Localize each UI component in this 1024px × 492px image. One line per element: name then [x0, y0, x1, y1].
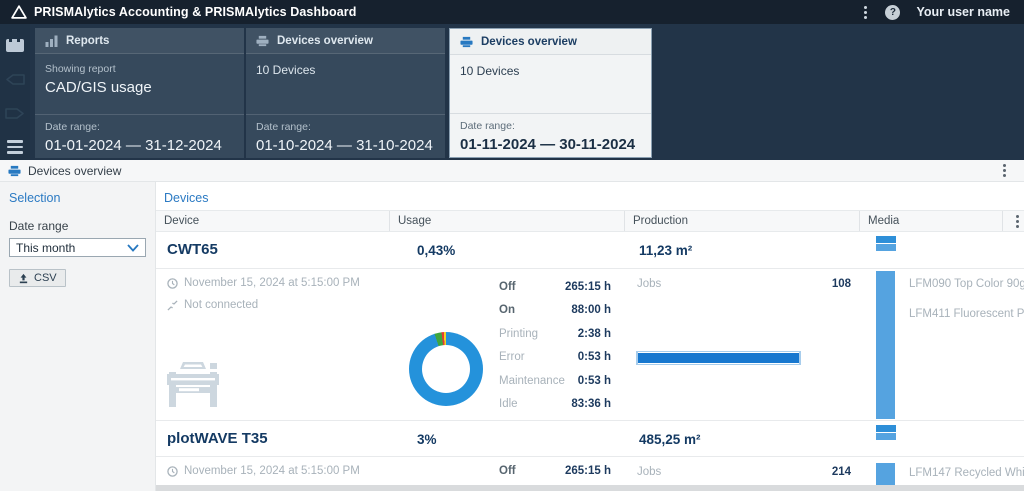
card-devices-overview-oct[interactable]: Devices overview 10 Devices Date range: …: [246, 28, 445, 158]
production-value: 485,25 m²: [639, 432, 701, 447]
status-label: On: [499, 304, 515, 316]
date-range-label: Date range:: [45, 121, 234, 133]
column-production: Production: [624, 211, 859, 231]
top-bar: PRISMAlytics Accounting & PRISMAlytics D…: [0, 0, 1024, 24]
status-label: Off: [499, 465, 516, 477]
jobs-count: 214: [637, 466, 851, 478]
media-name: LFM090 Top Color 90gs: [909, 278, 1024, 290]
jobs-bar-chart: [636, 351, 801, 365]
device-name: CWT65: [167, 241, 218, 258]
column-device: Device: [156, 211, 199, 231]
status-value: 2:38 h: [578, 328, 611, 340]
device-detail-row: November 15, 2024 at 5:15:00 PM Not conn…: [156, 268, 1024, 420]
last-update-timestamp: November 15, 2024 at 5:15:00 PM: [184, 277, 360, 289]
column-usage: Usage: [389, 211, 624, 231]
arrow-right-icon[interactable]: [0, 102, 30, 124]
status-label: Printing: [499, 328, 538, 340]
schedule-icon[interactable]: [0, 34, 30, 56]
status-donut-chart: [409, 332, 483, 406]
csv-label: CSV: [34, 272, 57, 284]
date-range-label: Date range:: [256, 121, 435, 133]
status-label: Maintenance: [499, 375, 565, 387]
status-label: Error: [499, 351, 525, 363]
date-range-value: 01-01-2024 — 31-12-2024: [45, 137, 234, 154]
clock-icon: [167, 278, 178, 289]
usage-value: 0,43%: [417, 243, 455, 258]
topbar-menu-icon[interactable]: [862, 4, 869, 21]
printer-icon: [256, 35, 269, 47]
card-reports[interactable]: Reports Showing report CAD/GIS usage Dat…: [35, 28, 244, 158]
report-chart-icon: [45, 35, 58, 47]
arrow-left-icon[interactable]: [0, 68, 30, 90]
clock-icon: [167, 466, 178, 477]
media-bar-chart: [876, 271, 895, 419]
column-media: Media: [859, 211, 1002, 231]
prisma-logo-icon: [10, 4, 28, 20]
status-value: 0:53 h: [578, 351, 611, 363]
device-name: plotWAVE T35: [167, 430, 268, 447]
status-list: Off 265:15 h: [499, 459, 611, 483]
user-menu[interactable]: Your user name: [916, 5, 1010, 19]
media-name: LFM411 Fluorescent Pa: [909, 308, 1024, 320]
horizontal-scrollbar[interactable]: [156, 485, 1024, 491]
hamburger-menu-icon[interactable]: [0, 136, 30, 158]
panel-menu-icon[interactable]: [1001, 162, 1008, 179]
jobs-count: 108: [637, 278, 851, 290]
prismalytics-dashboard: PRISMAlytics Accounting & PRISMAlytics D…: [0, 0, 1024, 492]
devices-heading: Devices: [164, 191, 208, 205]
connection-status: Not connected: [184, 299, 258, 311]
devices-table: Devices Device Usage Production Media CW…: [156, 182, 1024, 491]
last-update-timestamp: November 15, 2024 at 5:15:00 PM: [184, 465, 360, 477]
usage-value: 3%: [417, 432, 437, 447]
status-list: Off 265:15 h On 88:00 h Printing 2:38 h Err…: [499, 275, 611, 416]
status-value: 0:53 h: [578, 375, 611, 387]
panel-header: Devices overview: [0, 160, 1024, 182]
selection-sidebar: Selection Date range This month CSV: [0, 182, 156, 491]
devices-overview-panel: Devices overview Selection Date range Th…: [0, 160, 1024, 492]
table-row[interactable]: plotWAVE T35 3% 485,25 m²: [156, 420, 1024, 456]
export-icon: [18, 273, 29, 284]
report-name: CAD/GIS usage: [45, 79, 234, 96]
selection-heading: Selection: [9, 191, 146, 205]
status-label: Idle: [499, 398, 518, 410]
app-title: PRISMAlytics Accounting & PRISMAlytics D…: [34, 5, 356, 19]
date-range-value: 01-10-2024 — 31-10-2024: [256, 137, 435, 154]
table-header: Device Usage Production Media: [156, 210, 1024, 232]
columns-menu-icon[interactable]: [1014, 213, 1021, 230]
left-rail: [0, 24, 30, 160]
widget-cards: Reports Showing report CAD/GIS usage Dat…: [35, 28, 652, 158]
media-name: LFM147 Recycled Whit: [909, 467, 1024, 479]
card-title: Devices overview: [277, 35, 373, 47]
date-range-label: Date range:: [460, 120, 641, 132]
plotter-printer-image: [165, 359, 221, 409]
date-range-select[interactable]: This month: [9, 238, 146, 257]
dashboard-header-region: Reports Showing report CAD/GIS usage Dat…: [0, 24, 1024, 160]
table-header-actions: [1002, 211, 1024, 231]
media-mini-bars: [876, 425, 896, 440]
card-title: Devices overview: [481, 36, 577, 48]
date-range-field-label: Date range: [9, 219, 146, 233]
date-range-selected: This month: [16, 241, 75, 255]
status-value: 83:36 h: [571, 398, 611, 410]
status-value: 265:15 h: [565, 465, 611, 477]
showing-report-label: Showing report: [45, 63, 234, 75]
panel-title: Devices overview: [28, 164, 121, 178]
help-icon[interactable]: ?: [885, 5, 900, 20]
table-row[interactable]: CWT65 0,43% 11,23 m²: [156, 232, 1024, 268]
card-devices-overview-nov-active[interactable]: Devices overview 10 Devices Date range: …: [449, 28, 652, 158]
csv-export-button[interactable]: CSV: [9, 269, 66, 287]
status-value: 88:00 h: [571, 304, 611, 316]
status-label: Off: [499, 281, 516, 293]
production-value: 11,23 m²: [639, 243, 692, 258]
status-value: 265:15 h: [565, 281, 611, 293]
not-connected-icon: [167, 300, 178, 311]
device-count: 10 Devices: [460, 64, 641, 78]
media-mini-bars: [876, 236, 896, 251]
printer-icon: [8, 165, 21, 177]
chevron-down-icon: [127, 244, 139, 252]
device-count: 10 Devices: [256, 63, 435, 77]
card-title: Reports: [66, 35, 109, 47]
printer-icon: [460, 36, 473, 48]
date-range-value: 01-11-2024 — 30-11-2024: [460, 136, 641, 153]
